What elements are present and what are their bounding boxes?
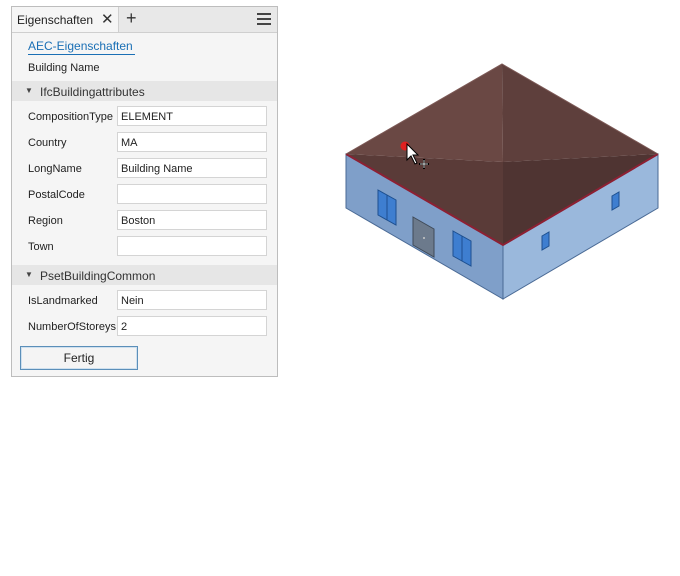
section-psetbuildingcommon[interactable]: ▼ PsetBuildingCommon [12,265,277,285]
house-model[interactable] [300,40,680,340]
tab-eigenschaften[interactable]: Eigenschaften ✕ [12,7,119,32]
plus-icon[interactable]: + [126,8,137,29]
section-title: PsetBuildingCommon [40,269,156,283]
property-label: Town [28,241,54,253]
property-row: NumberOfStoreys 2 [12,316,277,338]
tab-label: Eigenschaften [17,13,94,27]
property-row: Town [12,236,277,258]
property-row: PostalCode [12,184,277,206]
section-title: IfcBuildingattributes [40,85,145,99]
property-label: CompositionType [28,111,113,123]
composition-type-field[interactable]: ELEMENT [117,106,267,126]
property-label: Region [28,215,63,227]
property-row: IsLandmarked Nein [12,290,277,312]
collapse-arrow-icon[interactable]: ▼ [25,270,33,279]
property-row: Region Boston [12,210,277,232]
done-button[interactable]: Fertig [20,346,138,370]
hamburger-menu-icon[interactable] [257,13,271,25]
section-ifcbuildingattributes[interactable]: ▼ IfcBuildingattributes [12,81,277,101]
tab-bar: Eigenschaften ✕ + [12,7,277,33]
properties-panel: Eigenschaften ✕ + AEC-Eigenschaften Buil… [11,6,278,377]
country-field[interactable]: MA [117,132,267,152]
property-label: Country [28,137,67,149]
property-row: Country MA [12,132,277,154]
roof-face-back[interactable] [502,64,658,162]
postal-code-field[interactable] [117,184,267,204]
collapse-arrow-icon[interactable]: ▼ [25,86,33,95]
building-name-label: Building Name [28,62,100,74]
property-label: PostalCode [28,189,85,201]
3d-viewport[interactable] [300,40,680,340]
region-field[interactable]: Boston [117,210,267,230]
property-label: LongName [28,163,82,175]
long-name-field[interactable]: Building Name [117,158,267,178]
close-icon[interactable]: ✕ [101,10,114,28]
roof-face-left[interactable] [346,64,503,162]
number-of-storeys-field[interactable]: 2 [117,316,267,336]
aec-properties-link[interactable]: AEC-Eigenschaften [28,39,135,55]
property-row: CompositionType ELEMENT [12,106,277,128]
is-landmarked-field[interactable]: Nein [117,290,267,310]
property-label: NumberOfStoreys [28,321,117,333]
property-label: IsLandmarked [28,295,98,307]
door-handle [423,237,425,239]
property-row: LongName Building Name [12,158,277,180]
town-field[interactable] [117,236,267,256]
